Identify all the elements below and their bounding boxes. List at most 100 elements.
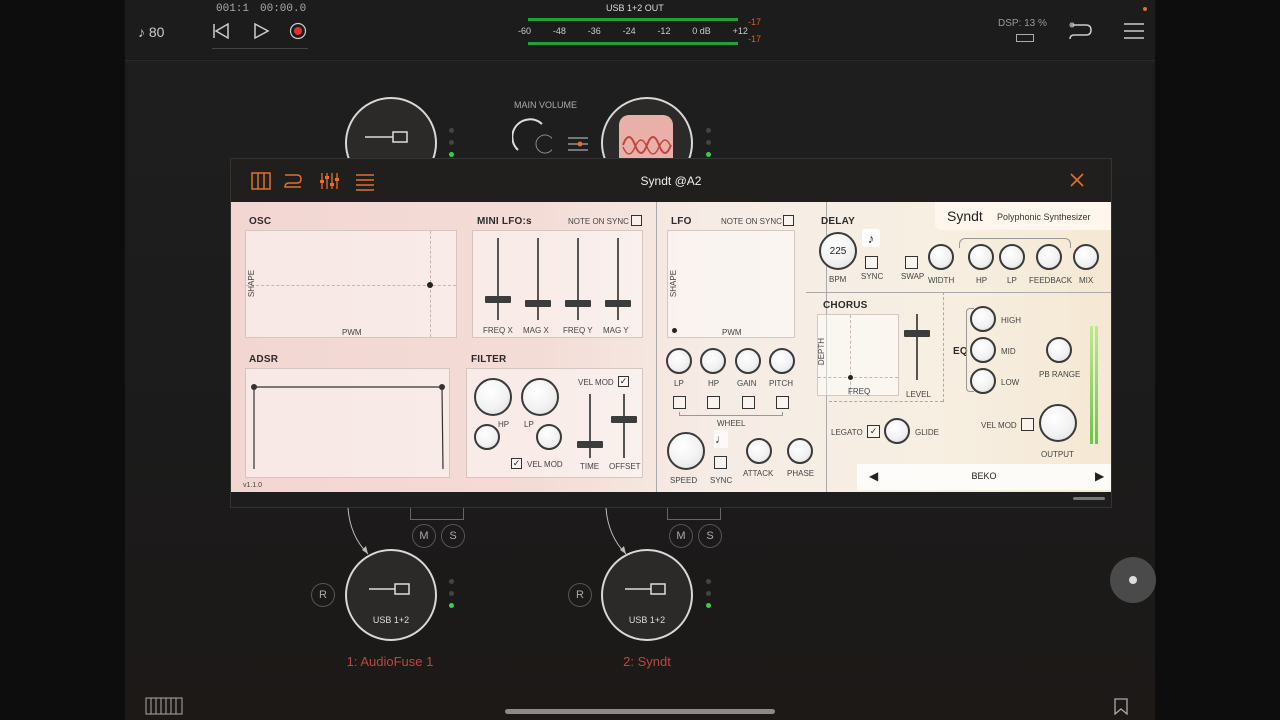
chorus-xy-pad[interactable]: FREQ DEPTH — [817, 314, 899, 396]
lfo-wheel-lp-checkbox[interactable] — [673, 396, 686, 409]
osc-y-label: SHAPE — [247, 269, 257, 298]
osc-pad-handle[interactable] — [427, 282, 433, 288]
delay-bpm-knob[interactable]: 225 — [819, 232, 857, 270]
filter-lp-knob[interactable] — [521, 378, 559, 416]
sliders-icon[interactable] — [319, 171, 339, 191]
filter-offset-track — [623, 394, 625, 458]
chorus-pad-handle[interactable] — [848, 375, 853, 380]
lfo-attack-knob[interactable] — [746, 438, 772, 464]
routing-icon[interactable] — [283, 171, 303, 191]
mini-lfo-note-on-sync-checkbox[interactable] — [631, 215, 642, 226]
lfo-wheel-pitch-checkbox[interactable] — [776, 396, 789, 409]
lfo-wheel-hp-checkbox[interactable] — [707, 396, 720, 409]
delay-width-knob[interactable] — [928, 244, 954, 270]
mute-button[interactable]: M — [669, 524, 693, 548]
lfo-pitch-knob[interactable] — [769, 348, 795, 374]
delay-mix-knob[interactable] — [1073, 244, 1099, 270]
bookmark-icon[interactable] — [1114, 698, 1128, 716]
lfo-phase-label: PHASE — [787, 469, 815, 478]
lfo-hp-knob[interactable] — [700, 348, 726, 374]
eq-low-knob[interactable] — [970, 368, 996, 394]
chorus-crosshair-h — [818, 377, 898, 378]
lfo-speed-knob[interactable] — [667, 432, 705, 470]
keyboard-toggle-icon[interactable] — [145, 697, 183, 715]
menu-icon[interactable] — [1124, 22, 1144, 40]
lfo-sync-label: SYNC — [710, 476, 733, 485]
track-name[interactable]: 2: Syndt — [577, 654, 717, 669]
pb-range-knob[interactable] — [1046, 337, 1072, 363]
filter-time-slider[interactable] — [577, 441, 603, 449]
meter-bar-right — [528, 42, 738, 45]
home-indicator[interactable] — [505, 709, 775, 714]
record-arm-button[interactable]: R — [311, 583, 335, 607]
lfo-note-icon[interactable]: ♩ — [714, 430, 728, 448]
lfo-sync-checkbox[interactable] — [714, 456, 727, 469]
tempo-display[interactable]: ♪ 80 — [138, 24, 164, 40]
mute-button[interactable]: M — [412, 524, 436, 548]
filter-hp-mod-knob[interactable] — [474, 424, 500, 450]
mini-lfo-slider-freq-x[interactable] — [485, 295, 511, 303]
eq-mid-knob[interactable] — [970, 337, 996, 363]
main-volume-knob[interactable] — [511, 118, 555, 158]
track-name[interactable]: 1: AudioFuse 1 — [320, 654, 460, 669]
mini-lfo-slider-mag-y[interactable] — [605, 299, 631, 307]
mini-lfo-slider-freq-y[interactable] — [565, 299, 591, 307]
lfo-xy-pad[interactable]: PWM SHAPE — [667, 230, 795, 338]
lfo-phase-knob[interactable] — [787, 438, 813, 464]
delay-bpm-label: BPM — [829, 275, 847, 284]
track-node-syndt[interactable]: USB 1+2 — [601, 549, 693, 641]
eq-high-label: HIGH — [1001, 316, 1021, 325]
solo-button[interactable]: S — [441, 524, 465, 548]
record-icon[interactable] — [289, 22, 307, 40]
lfo-lp-label: LP — [674, 379, 684, 388]
lfo-note-on-sync-label: NOTE ON SYNC — [721, 217, 782, 226]
wheel-bracket — [679, 412, 783, 416]
delay-feedback-knob[interactable] — [1036, 244, 1062, 270]
dsp-load: DSP: 13 % — [998, 18, 1047, 29]
vel-mod-checkbox[interactable] — [1021, 418, 1034, 431]
filter-vel-mod-checkbox[interactable]: ✓ — [618, 376, 629, 387]
delay-mix-label: MIX — [1079, 276, 1094, 285]
legato-checkbox[interactable]: ✓ — [867, 425, 880, 438]
lfo-gain-knob[interactable] — [735, 348, 761, 374]
adsr-envelope-editor[interactable] — [245, 368, 450, 478]
rewind-icon[interactable] — [212, 22, 230, 40]
track-node-audiofuse[interactable]: USB 1+2 — [345, 549, 437, 641]
section-divider — [656, 202, 657, 492]
eq-high-knob[interactable] — [970, 306, 996, 332]
lfo-wheel-gain-checkbox[interactable] — [742, 396, 755, 409]
lfo-pitch-label: PITCH — [769, 379, 793, 388]
lfo-lp-knob[interactable] — [666, 348, 692, 374]
delay-swap-checkbox[interactable] — [905, 256, 918, 269]
lfo-note-on-sync-checkbox[interactable] — [783, 215, 794, 226]
mixer-icon[interactable] — [568, 134, 588, 154]
list-icon[interactable] — [355, 171, 375, 191]
mini-lfo-slider-mag-x[interactable] — [525, 299, 551, 307]
record-arm-button[interactable]: R — [568, 583, 592, 607]
delay-lp-knob[interactable] — [999, 244, 1025, 270]
led — [706, 591, 711, 596]
lfo-pad-handle[interactable] — [672, 328, 677, 333]
filter-vel-mod2-checkbox[interactable]: ✓ — [511, 458, 522, 469]
preset-bar: ◀ BEKO ▶ — [857, 464, 1111, 490]
filter-hp-knob[interactable] — [474, 378, 512, 416]
solo-button[interactable]: S — [698, 524, 722, 548]
routing-icon[interactable] — [1068, 20, 1094, 42]
node-bracket — [667, 508, 721, 520]
preset-next-icon[interactable]: ▶ — [1095, 469, 1104, 483]
delay-note-icon[interactable]: ♪ — [862, 229, 880, 247]
osc-xy-pad[interactable]: PWM SHAPE — [245, 230, 457, 338]
preset-name[interactable]: BEKO — [857, 471, 1111, 481]
delay-hp-knob[interactable] — [968, 244, 994, 270]
output-knob[interactable] — [1039, 404, 1077, 442]
filter-lp-mod-knob[interactable] — [536, 424, 562, 450]
chorus-level-slider[interactable] — [904, 329, 930, 337]
glide-knob[interactable] — [884, 418, 910, 444]
play-icon[interactable] — [252, 22, 270, 40]
close-icon[interactable] — [1069, 172, 1085, 188]
keyboard-icon[interactable] — [251, 171, 271, 191]
resize-handle[interactable] — [1073, 497, 1105, 500]
assistive-touch-button[interactable] — [1110, 557, 1156, 603]
delay-sync-checkbox[interactable] — [865, 256, 878, 269]
filter-offset-slider[interactable] — [611, 415, 637, 423]
